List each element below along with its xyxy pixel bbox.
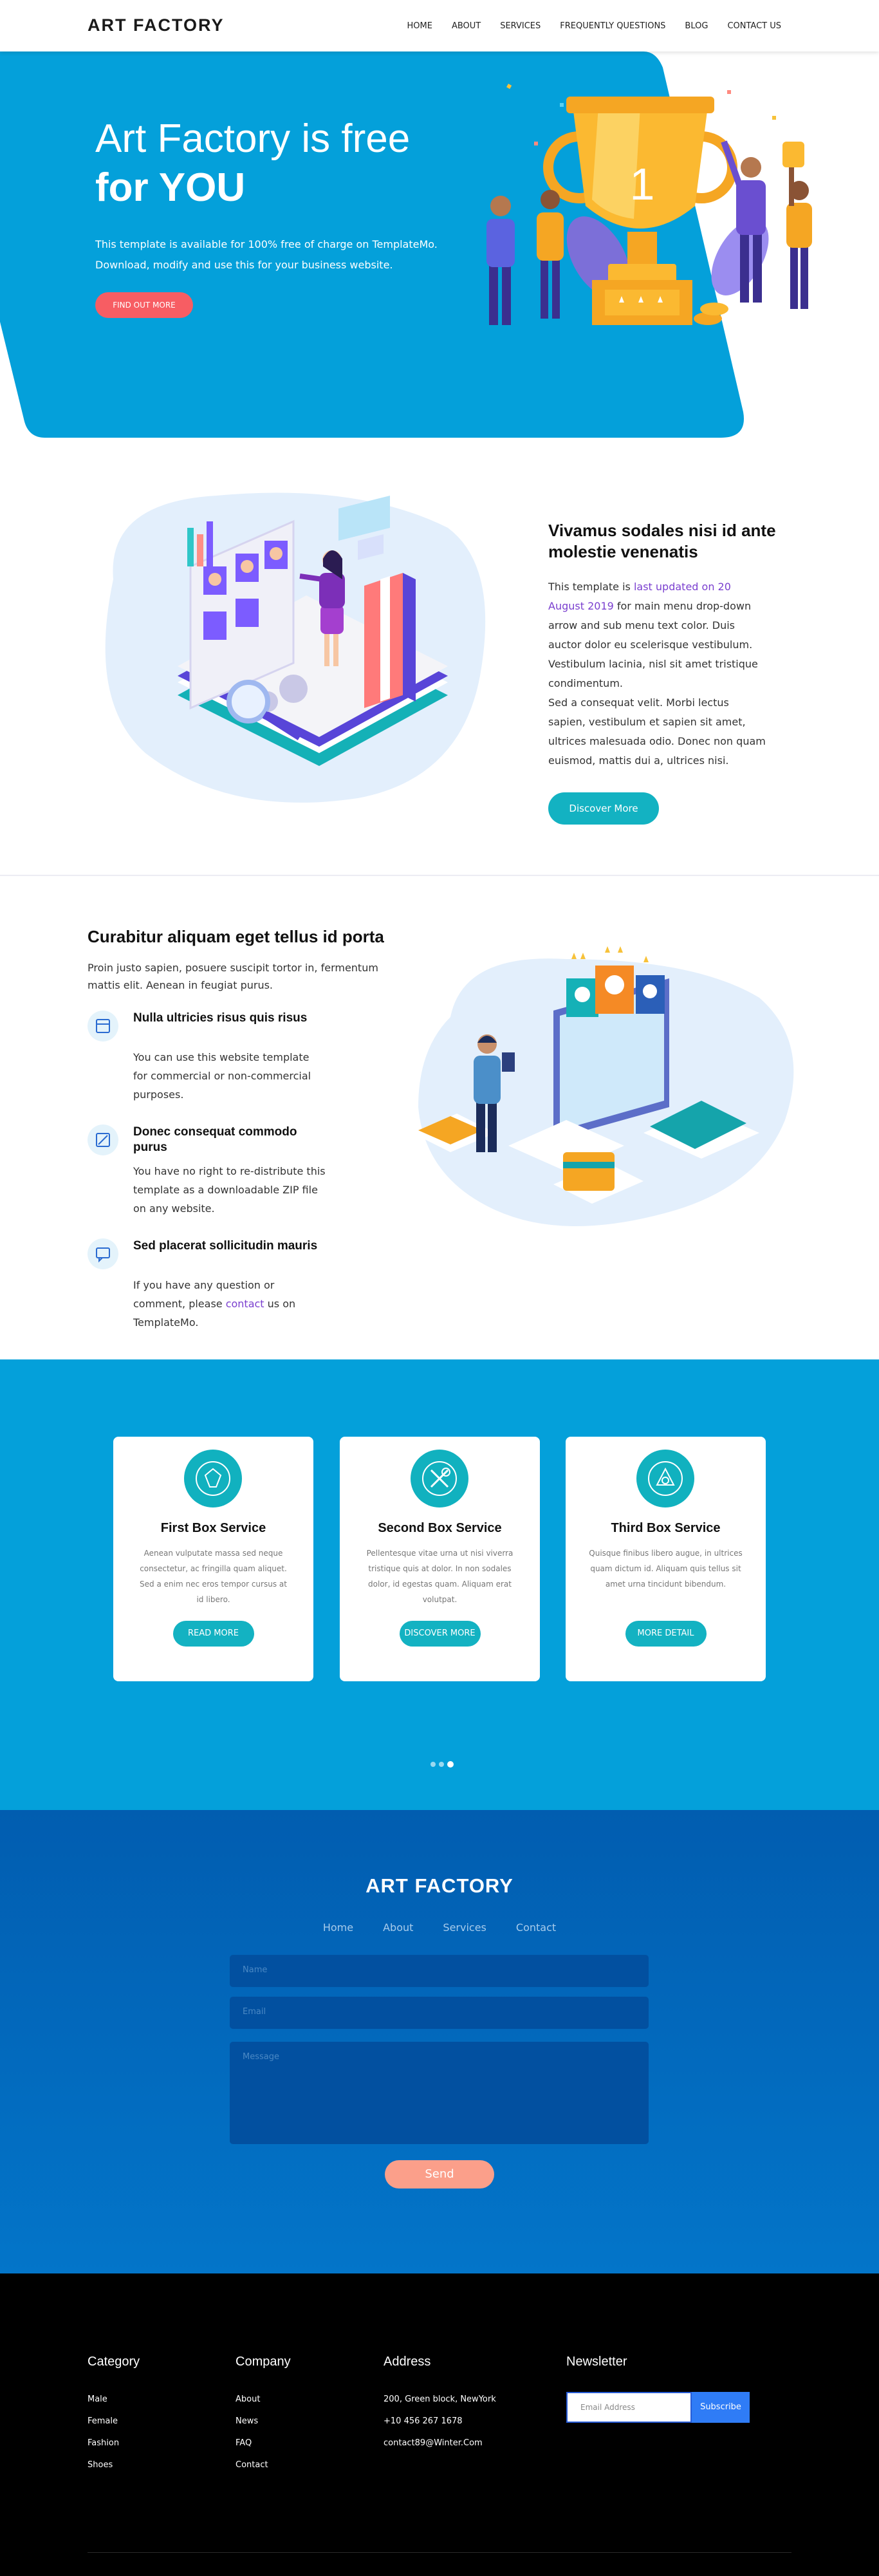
card-title: Second Box Service xyxy=(378,1521,502,1535)
footer-newsletter-title: Newsletter xyxy=(566,2355,627,2369)
footer-link-contact[interactable]: Contact xyxy=(236,2454,291,2476)
footer-category-column: Category Male Female Fashion Shoes xyxy=(88,2355,140,2476)
card-text: Aenean vulputate massa sed neque consect… xyxy=(140,1549,287,1604)
footer-link-news[interactable]: News xyxy=(236,2411,291,2432)
service-card: First Box Service Aenean vulputate massa… xyxy=(113,1437,313,1681)
main-menu: HOME ABOUT SERVICES FREQUENTLY QUESTIONS… xyxy=(407,21,781,31)
hero-title-line1: Art Factory is free xyxy=(95,117,411,161)
footer-link-shoes[interactable]: Shoes xyxy=(88,2454,140,2476)
menu-item-contact[interactable]: CONTACT US xyxy=(727,21,781,31)
features-intro: Proin justo sapien, posuere suscipit tor… xyxy=(88,962,378,991)
contact-link-about[interactable]: About xyxy=(383,1921,413,1934)
footer-address-phone: +10 456 267 1678 xyxy=(384,2416,463,2426)
hero-title-line2: for YOU xyxy=(95,165,246,210)
footer-newsletter-column: Newsletter xyxy=(566,2355,627,2389)
menu-item-about[interactable]: ABOUT xyxy=(452,21,481,31)
footer-address-title: Address xyxy=(384,2355,431,2369)
contact-link-home[interactable]: Home xyxy=(323,1921,353,1934)
footer-divider xyxy=(88,2552,791,2553)
carousel-dot-active[interactable] xyxy=(447,1761,454,1768)
footer-address-street: 200, Green block, NewYork xyxy=(384,2394,496,2404)
service-card: Second Box Service Pellentesque vitae ur… xyxy=(340,1437,540,1681)
feature-description: You have no right to re-distribute this … xyxy=(133,1165,326,1215)
hero-description: This template is available for 100% free… xyxy=(95,238,438,271)
top-navbar: ART FACTORY HOME ABOUT SERVICES FREQUENT… xyxy=(0,0,879,51)
footer-category-title: Category xyxy=(88,2355,140,2369)
contact-nav: Home About Services Contact xyxy=(0,1921,879,1934)
discover-more-card-button[interactable]: DISCOVER MORE xyxy=(399,1621,481,1647)
about-p1-text-start: This template is xyxy=(548,581,634,593)
trophy-number: 1 xyxy=(630,159,655,209)
newsletter-email-input[interactable]: Email Address xyxy=(566,2392,692,2423)
card-title: First Box Service xyxy=(160,1521,266,1535)
subscribe-button[interactable]: Subscribe xyxy=(692,2392,750,2423)
discover-more-button[interactable]: Discover More xyxy=(548,792,659,825)
trophy-illustration: 1 xyxy=(486,84,812,325)
more-detail-button[interactable]: MORE DETAIL xyxy=(625,1621,707,1647)
chat-icon xyxy=(88,1238,118,1269)
read-more-button[interactable]: READ MORE xyxy=(172,1621,254,1647)
footer-link-male[interactable]: Male xyxy=(88,2389,140,2411)
about-illustration xyxy=(105,492,486,803)
site-logo[interactable]: ART FACTORY xyxy=(88,15,225,35)
features-title: Curabitur aliquam eget tellus id porta xyxy=(88,927,384,946)
footer-address-email[interactable]: contact89@Winter.Com xyxy=(384,2432,496,2454)
feature-title: Sed placerat sollicitudin mauris xyxy=(133,1239,318,1253)
feature-description: If you have any question or comment, ple… xyxy=(133,1276,326,1332)
edit-icon xyxy=(88,1125,118,1155)
footer-address-column: Address 200, Green block, NewYork +10 45… xyxy=(384,2355,496,2454)
footer-link-faq[interactable]: FAQ xyxy=(236,2432,291,2454)
about-paragraph-1: This template is last updated on 20 Augu… xyxy=(548,577,767,693)
carousel-dot[interactable] xyxy=(430,1762,436,1767)
footer-company-title: Company xyxy=(236,2355,291,2369)
footer-company-column: Company About News FAQ Contact xyxy=(236,2355,291,2476)
menu-item-services[interactable]: SERVICES xyxy=(500,21,541,31)
menu-item-faq[interactable]: FREQUENTLY QUESTIONS xyxy=(560,21,665,31)
creative-icon xyxy=(184,1450,242,1507)
footer-link-fashion[interactable]: Fashion xyxy=(88,2432,140,2454)
tools-icon xyxy=(411,1450,468,1507)
carousel-dot[interactable] xyxy=(439,1762,444,1767)
send-button[interactable]: Send xyxy=(385,2160,494,2189)
footer-link-female[interactable]: Female xyxy=(88,2411,140,2432)
contact-link[interactable]: contact xyxy=(226,1298,264,1310)
card-text: Quisque finibus libero augue, in ultrice… xyxy=(589,1549,743,1589)
card-title: Third Box Service xyxy=(611,1521,721,1535)
design-icon xyxy=(636,1450,694,1507)
email-input[interactable]: Email xyxy=(230,1997,649,2029)
features-illustration xyxy=(412,946,794,1226)
message-textarea[interactable]: Message xyxy=(230,2042,649,2144)
find-out-more-button[interactable]: FIND OUT MORE xyxy=(95,292,193,318)
card-text: Pellentesque vitae urna ut nisi viverra … xyxy=(366,1549,514,1604)
menu-item-home[interactable]: HOME xyxy=(407,21,432,31)
section-divider xyxy=(0,875,879,876)
footer-link-about[interactable]: About xyxy=(236,2389,291,2411)
service-card: Third Box Service Quisque finibus libero… xyxy=(566,1437,766,1681)
contact-link-contact[interactable]: Contact xyxy=(516,1921,556,1934)
about-title: Vivamus sodales nisi id ante molestie ve… xyxy=(548,521,776,561)
name-input[interactable]: Name xyxy=(230,1955,649,1987)
about-p1-text-end: for main menu drop-down arrow and sub me… xyxy=(548,600,758,689)
menu-item-blog[interactable]: BLOG xyxy=(685,21,708,31)
feature-title: Nulla ultricies risus quis risus xyxy=(133,1011,308,1025)
layout-icon xyxy=(88,1011,118,1041)
about-paragraph-2: Sed a consequat velit. Morbi lectus sapi… xyxy=(548,696,766,767)
feature-description: You can use this website template for co… xyxy=(133,1051,311,1101)
contact-title: ART FACTORY xyxy=(365,1874,514,1897)
feature-title: Donec consequat commodo purus xyxy=(133,1125,297,1154)
contact-link-services[interactable]: Services xyxy=(443,1921,486,1934)
